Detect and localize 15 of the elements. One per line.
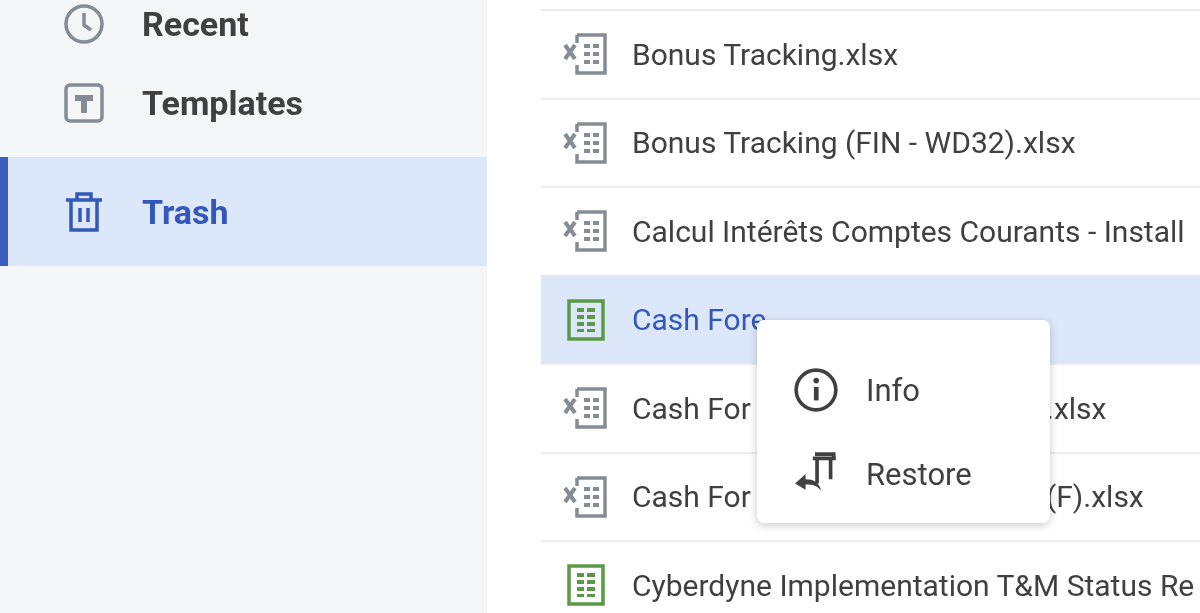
- spreadsheet-file-icon: [563, 119, 609, 166]
- file-row[interactable]: Cyberdyne Implementation T&M Status Re: [541, 540, 1200, 613]
- spreadsheet-file-icon: [563, 208, 609, 255]
- file-row[interactable]: Bonus Tracking.xlsx: [541, 9, 1200, 98]
- trash-icon: [63, 190, 105, 233]
- sidebar-item[interactable]: Trash: [0, 157, 487, 266]
- clock-icon: [63, 3, 105, 45]
- template-icon: [63, 81, 105, 124]
- sidebar-item[interactable]: Templates: [0, 48, 487, 157]
- spreadsheet-file-icon: [563, 385, 609, 432]
- info-icon: [792, 366, 840, 414]
- spreadsheet-file-icon: [563, 31, 609, 78]
- spreadsheet-file-icon: [563, 473, 609, 520]
- file-row[interactable]: Bonus Tracking (FIN - WD32).xlsx: [541, 97, 1200, 186]
- sidebar-item[interactable]: Recent: [0, 0, 487, 48]
